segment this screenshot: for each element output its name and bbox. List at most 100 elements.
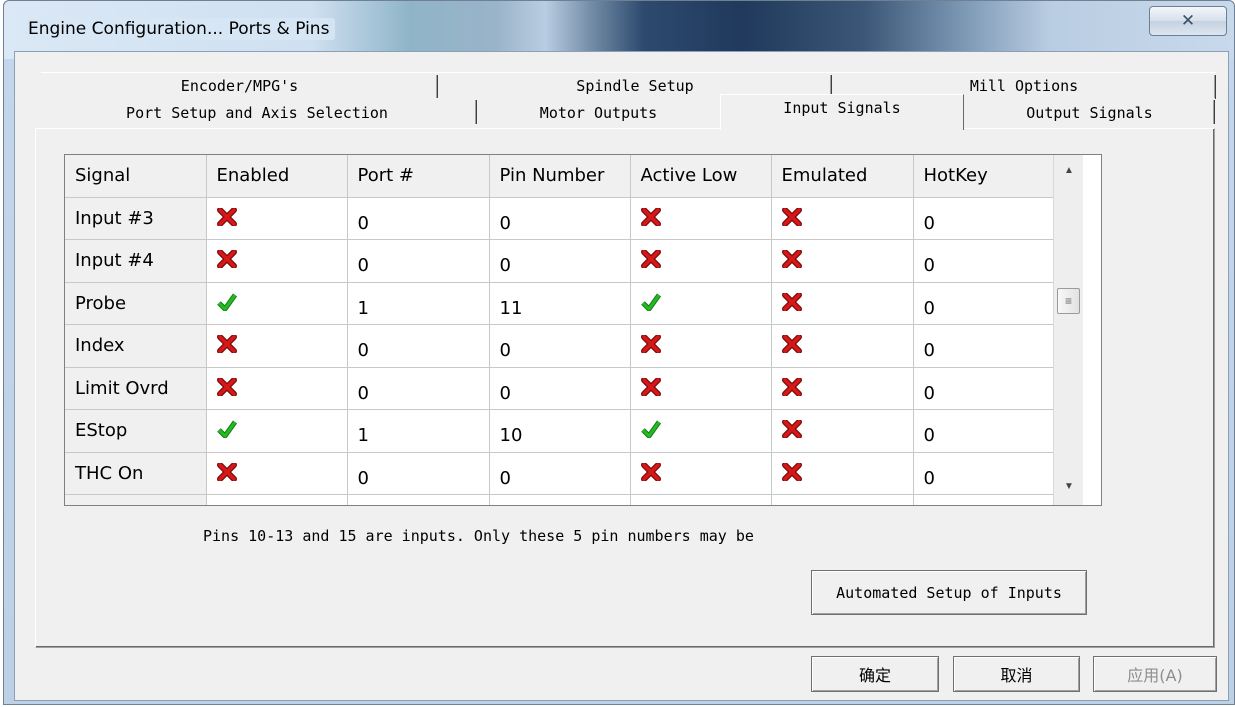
ok-button[interactable]: 确定	[811, 656, 939, 692]
column-header-emulated[interactable]: Emulated	[771, 155, 914, 198]
cell-hotkey[interactable]: 0	[913, 452, 1054, 495]
column-header-active-low[interactable]: Active Low	[630, 155, 772, 198]
cell-emulated[interactable]	[771, 367, 914, 410]
table-row-partial	[65, 494, 1054, 505]
cancel-button[interactable]: 取消	[953, 656, 1080, 692]
cell-active-low[interactable]	[630, 452, 772, 495]
cell-port[interactable]: 1	[347, 282, 490, 325]
red-x-icon	[781, 249, 802, 270]
close-button[interactable]: ✕	[1149, 6, 1227, 36]
cell-port[interactable]: 0	[347, 324, 490, 368]
table-row[interactable]: Index 0 0 0	[65, 324, 1054, 368]
cell-emulated[interactable]	[771, 452, 914, 495]
cell-enabled[interactable]	[206, 282, 348, 325]
column-header-pin-number[interactable]: Pin Number	[489, 155, 631, 198]
scroll-up-arrow-icon[interactable]: ▲	[1054, 155, 1084, 185]
red-x-icon	[781, 419, 802, 440]
column-header-hotkey[interactable]: HotKey	[913, 155, 1054, 198]
red-x-icon	[640, 334, 661, 355]
tab-encoder-mpg[interactable]: Encoder/MPG's	[41, 72, 438, 99]
cell-enabled[interactable]	[206, 197, 348, 240]
cell-partial	[347, 494, 490, 505]
scroll-down-arrow-icon[interactable]: ▼	[1054, 471, 1084, 501]
red-x-icon	[781, 461, 802, 482]
cell-port[interactable]: 0	[347, 239, 490, 283]
cell-enabled[interactable]	[206, 409, 348, 453]
table-row[interactable]: THC On 0 0 0	[65, 452, 1054, 495]
row-header-signal[interactable]: Index	[65, 324, 207, 368]
tab-label: Mill Options	[969, 76, 1079, 95]
grid-body: Input #3 0 0 0 Input #4 0 0 0 Probe 1 11 0 Index 0 0 0 L…	[65, 197, 1054, 505]
red-x-icon	[640, 376, 661, 397]
tab-input-signals[interactable]: Input Signals	[720, 94, 964, 130]
green-check-icon	[216, 420, 237, 439]
cell-port[interactable]: 0	[347, 367, 490, 410]
grip-icon: ≡	[1064, 294, 1072, 308]
cell-active-low[interactable]	[630, 239, 772, 283]
cell-emulated[interactable]	[771, 239, 914, 283]
automated-setup-button[interactable]: Automated Setup of Inputs	[811, 570, 1087, 615]
cell-pin[interactable]: 0	[489, 324, 631, 368]
red-x-icon	[640, 206, 661, 227]
grid-vertical-scrollbar[interactable]: ▲ ≡ ▼	[1053, 155, 1084, 505]
table-row[interactable]: Limit Ovrd 0 0 0	[65, 367, 1054, 410]
column-header-signal[interactable]: Signal	[65, 155, 207, 198]
cell-active-low[interactable]	[630, 367, 772, 410]
window-title: Engine Configuration... Ports & Pins	[26, 18, 336, 40]
green-check-icon	[640, 293, 661, 312]
row-header-signal[interactable]: THC On	[65, 452, 207, 495]
cell-active-low[interactable]	[630, 197, 772, 240]
red-x-icon	[216, 461, 237, 482]
cell-hotkey[interactable]: 0	[913, 367, 1054, 410]
scroll-thumb[interactable]: ≡	[1057, 288, 1080, 314]
cell-partial	[771, 494, 914, 505]
cell-emulated[interactable]	[771, 197, 914, 240]
cell-active-low[interactable]	[630, 409, 772, 453]
table-row[interactable]: Input #3 0 0 0	[65, 197, 1054, 240]
pins-hint-text: Pins 10-13 and 15 are inputs. Only these…	[203, 527, 754, 545]
apply-button[interactable]: 应用(A)	[1093, 656, 1217, 692]
cell-pin[interactable]: 0	[489, 367, 631, 410]
cell-hotkey[interactable]: 0	[913, 282, 1054, 325]
cell-enabled[interactable]	[206, 452, 348, 495]
table-row[interactable]: Probe 1 11 0	[65, 282, 1054, 325]
table-row[interactable]: EStop 1 10 0	[65, 409, 1054, 453]
cell-pin[interactable]: 0	[489, 452, 631, 495]
cell-enabled[interactable]	[206, 239, 348, 283]
tab-motor-outputs[interactable]: Motor Outputs	[477, 98, 720, 128]
red-x-icon	[216, 376, 237, 397]
cell-port[interactable]: 1	[347, 409, 490, 453]
row-header-signal[interactable]: EStop	[65, 409, 207, 453]
cell-port[interactable]: 0	[347, 452, 490, 495]
cell-enabled[interactable]	[206, 367, 348, 410]
row-header-signal[interactable]: Probe	[65, 282, 207, 325]
row-header-signal[interactable]: Input #3	[65, 197, 207, 240]
green-check-icon	[640, 420, 661, 439]
cell-hotkey[interactable]: 0	[913, 197, 1054, 240]
column-header-port[interactable]: Port #	[347, 155, 490, 198]
cell-hotkey[interactable]: 0	[913, 239, 1054, 283]
red-x-icon	[781, 376, 802, 397]
table-row[interactable]: Input #4 0 0 0	[65, 239, 1054, 283]
cell-pin[interactable]: 0	[489, 239, 631, 283]
row-header-signal[interactable]: Input #4	[65, 239, 207, 283]
cell-emulated[interactable]	[771, 409, 914, 453]
tab-output-signals[interactable]: Output Signals	[964, 98, 1215, 128]
cell-pin[interactable]: 10	[489, 409, 631, 453]
close-icon: ✕	[1180, 11, 1196, 31]
input-signals-grid[interactable]: Signal Enabled Port # Pin Number Active …	[64, 154, 1102, 506]
cell-pin[interactable]: 0	[489, 197, 631, 240]
cell-emulated[interactable]	[771, 324, 914, 368]
row-header-signal[interactable]: Limit Ovrd	[65, 367, 207, 410]
cell-pin[interactable]: 11	[489, 282, 631, 325]
cell-port[interactable]: 0	[347, 197, 490, 240]
cell-emulated[interactable]	[771, 282, 914, 325]
cell-hotkey[interactable]: 0	[913, 409, 1054, 453]
tab-port-setup[interactable]: Port Setup and Axis Selection	[37, 98, 477, 128]
green-check-icon	[216, 293, 237, 312]
cell-hotkey[interactable]: 0	[913, 324, 1054, 368]
column-header-enabled[interactable]: Enabled	[206, 155, 348, 198]
cell-active-low[interactable]	[630, 282, 772, 325]
cell-active-low[interactable]	[630, 324, 772, 368]
cell-enabled[interactable]	[206, 324, 348, 368]
